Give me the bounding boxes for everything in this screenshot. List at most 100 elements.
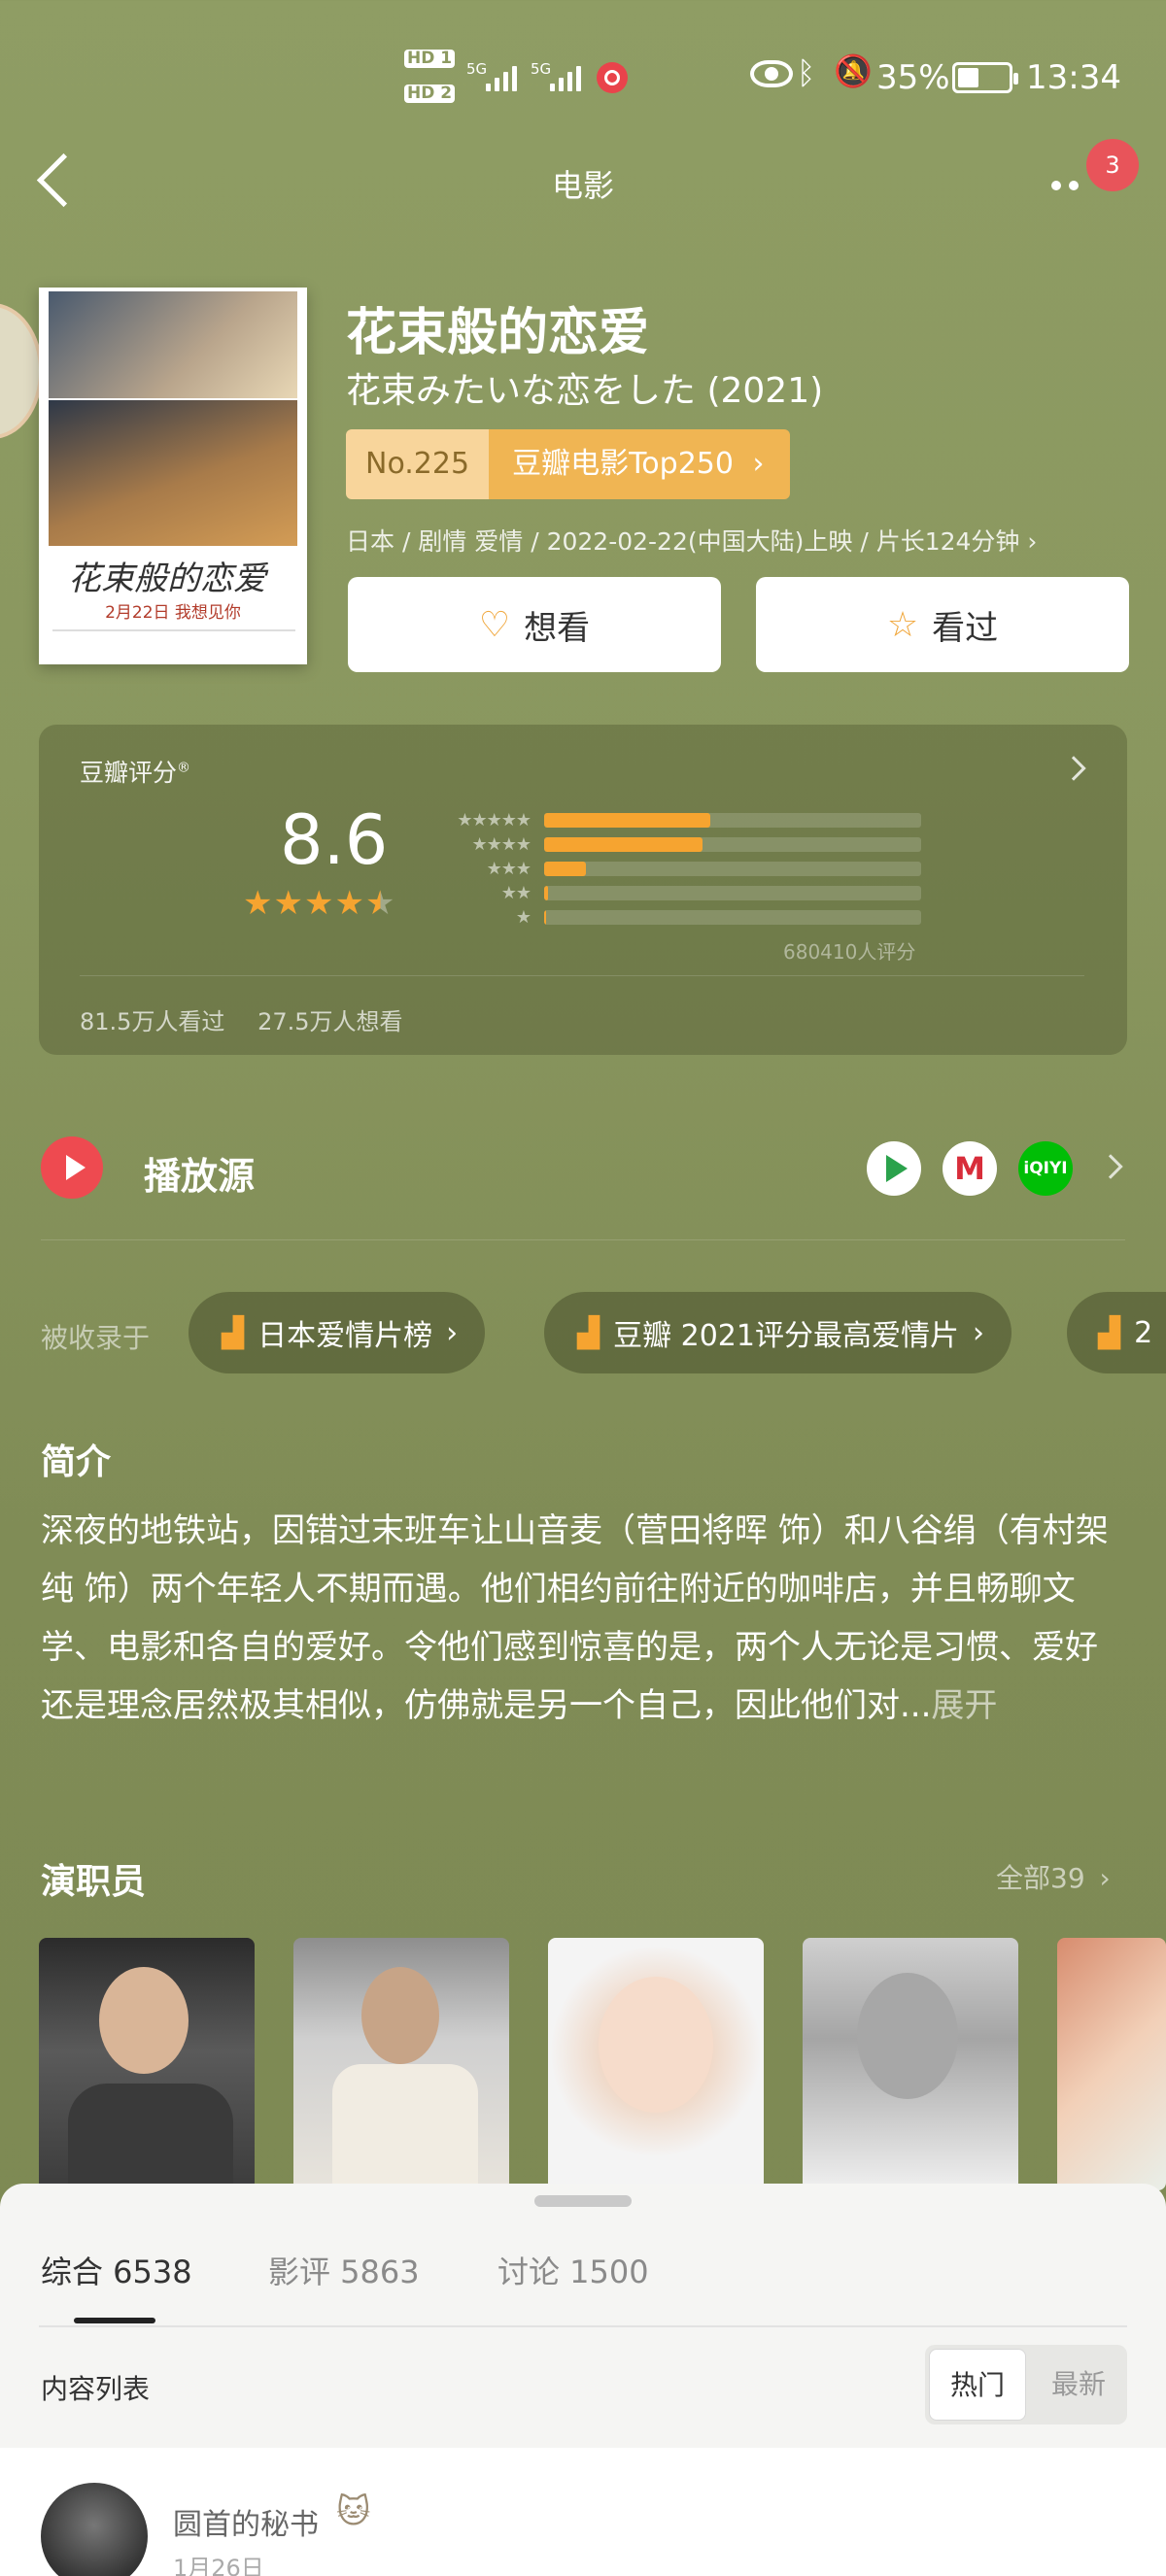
watched-count: 81.5万人看过 (80, 1008, 225, 1035)
chevron-right-icon[interactable] (1061, 756, 1086, 781)
dot-icon (1069, 181, 1079, 190)
top250-rank-badge[interactable]: No.225 豆瓣电影Top250 › (346, 429, 790, 499)
rating-footer: 81.5万人看过 27.5万人想看 (80, 1002, 403, 1036)
collections-label: 被收录于 (41, 1322, 151, 1354)
mango-tv-icon[interactable]: M (943, 1141, 997, 1196)
hd2-indicator: HD 2 (404, 84, 456, 103)
battery-percent: 35% (876, 58, 950, 97)
synopsis-title: 简介 (41, 1442, 112, 1482)
iqiyi-icon[interactable]: iQIYI (1018, 1141, 1073, 1196)
rating-bar-fill (544, 910, 546, 925)
tencent-video-icon[interactable] (867, 1141, 921, 1196)
rating-bar-track (544, 910, 921, 925)
sort-new-button[interactable]: 最新 (1030, 2345, 1127, 2424)
rank-number: No.225 (346, 429, 490, 499)
trophy-icon: ▟ (1098, 1315, 1121, 1350)
chevron-right-icon: › (972, 1315, 984, 1350)
rating-bar-track (544, 862, 921, 876)
chevron-right-icon: › (1027, 527, 1038, 556)
sort-toggle: 热门 最新 (925, 2345, 1127, 2424)
cast-photo[interactable] (293, 1938, 509, 2190)
rating-score: 8.6 (280, 800, 389, 880)
play-icon[interactable] (41, 1136, 103, 1199)
status-bar: HD 1 HD 2 5G 5G ᛒ 🔕 35% 13:34 (0, 0, 1166, 155)
collection-chip[interactable]: ▟ 2 (1067, 1292, 1166, 1373)
rating-count: 680410人评分 (783, 940, 916, 964)
chevron-right-icon[interactable] (1098, 1154, 1123, 1179)
sort-hot-button[interactable]: 热门 (929, 2349, 1026, 2421)
rating-card[interactable]: 豆瓣评分® 8.6 ★★★★★ ★★★★★ ★★★★ ★★★ ★★ ★ 680410人评… (39, 725, 1127, 1055)
tab-discussions[interactable]: 讨论 1500 (497, 2248, 649, 2292)
battery-icon (952, 62, 1018, 93)
chevron-right-icon: › (752, 447, 765, 481)
signal1-icon (486, 62, 517, 91)
collection-chip-label: 日本爱情片榜 (257, 1319, 433, 1353)
cast-photo[interactable] (548, 1938, 764, 2190)
trophy-icon: ▟ (222, 1315, 245, 1350)
chevron-right-icon: › (1099, 1862, 1111, 1894)
post-date: 1月26日 (173, 2555, 264, 2576)
expand-link[interactable]: 展开 (931, 1686, 997, 1725)
rank-list-name: 豆瓣电影Top250 › (489, 429, 790, 499)
hd1-indicator: HD 1 (404, 49, 456, 68)
active-tab-indicator (74, 2318, 155, 2323)
rating-bar-fill (544, 862, 586, 876)
collection-chip[interactable]: ▟ 豆瓣 2021评分最高爱情片 › (544, 1292, 1012, 1373)
collection-chip-label: 2 (1134, 1315, 1153, 1350)
rating-bar-stars: ★★ (500, 883, 532, 903)
drag-handle[interactable] (534, 2195, 632, 2207)
collection-chip[interactable]: ▟ 日本爱情片榜 › (189, 1292, 486, 1373)
cast-photo[interactable] (803, 1938, 1018, 2190)
collection-chip-label: 豆瓣 2021评分最高爱情片 (613, 1319, 959, 1353)
tab-reviews[interactable]: 影评 5863 (268, 2248, 420, 2292)
cast-photo[interactable] (39, 1938, 255, 2190)
want-count: 27.5万人想看 (257, 1008, 403, 1035)
movie-meta[interactable]: 日本 / 剧情 爱情 / 2022-02-22(中国大陆)上映 / 片长124分… (346, 523, 1037, 558)
watched-label: 看过 (932, 608, 999, 648)
cast-all-link[interactable]: 全部39 › (996, 1857, 1111, 1896)
signal2-icon (550, 62, 581, 91)
rating-bar-stars: ★★★★ (471, 834, 532, 855)
poster-image-bottom (49, 400, 297, 546)
cast-photo[interactable] (1057, 1938, 1166, 2190)
bottom-sheet[interactable]: 综合 6538 影评 5863 讨论 1500 内容列表 热门 最新 圆首的秘书… (0, 2184, 1166, 2576)
rating-bar-fill (544, 813, 710, 828)
notification-badge[interactable]: 3 (1086, 139, 1139, 191)
tab-overall[interactable]: 综合 6538 (41, 2248, 192, 2292)
cat-emoji-icon: 🐱 (336, 2492, 371, 2531)
rating-bar-track (544, 813, 921, 828)
rating-stars: ★★★★★ (243, 884, 395, 923)
rating-bar-row: ★★ (435, 881, 921, 905)
rating-bar-fill (544, 886, 548, 900)
eye-icon (750, 60, 793, 87)
mute-bell-icon: 🔕 (834, 52, 873, 89)
star-full-icon: ★ (334, 884, 365, 923)
synopsis-text: 深夜的地铁站，因错过末班车让山音麦（菅田将晖 饰）和八谷绢（有村架纯 饰）两个年… (41, 1511, 1109, 1725)
trophy-icon: ▟ (577, 1315, 600, 1350)
movie-title: 花束般的恋爱 (346, 304, 650, 362)
post-username[interactable]: 圆首的秘书 (173, 2500, 319, 2543)
want-to-watch-button[interactable]: ♡ 想看 (348, 577, 721, 672)
clock: 13:34 (1026, 58, 1121, 97)
movie-original-title: 花束みたいな恋をした (2021) (346, 371, 824, 411)
page-title: 电影 (551, 167, 614, 204)
chevron-right-icon: › (446, 1315, 459, 1350)
rating-bar-row: ★ (435, 905, 921, 930)
poster-tagline: 2月22日 我想见你 (105, 603, 241, 623)
watched-button[interactable]: ☆ 看过 (756, 577, 1129, 672)
movie-poster[interactable]: 花束般的恋爱 2月22日 我想见你 (39, 288, 307, 664)
divider (41, 1239, 1125, 1240)
poster-credits (52, 629, 295, 659)
side-stamp-icon (0, 303, 43, 439)
bluetooth-icon: ᛒ (797, 54, 816, 91)
star-half-icon: ★ (364, 884, 396, 923)
content-list-label: 内容列表 (41, 2373, 151, 2405)
want-label: 想看 (524, 608, 591, 648)
star-full-icon: ★ (243, 884, 274, 923)
rating-bar-stars: ★★★ (486, 859, 532, 879)
play-source-title[interactable]: 播放源 (144, 1146, 255, 1200)
rating-bar-track (544, 886, 921, 900)
rating-bar-stars: ★ (515, 907, 532, 928)
rating-bar-fill (544, 837, 703, 852)
rating-distribution: ★★★★★ ★★★★ ★★★ ★★ ★ (435, 808, 921, 930)
